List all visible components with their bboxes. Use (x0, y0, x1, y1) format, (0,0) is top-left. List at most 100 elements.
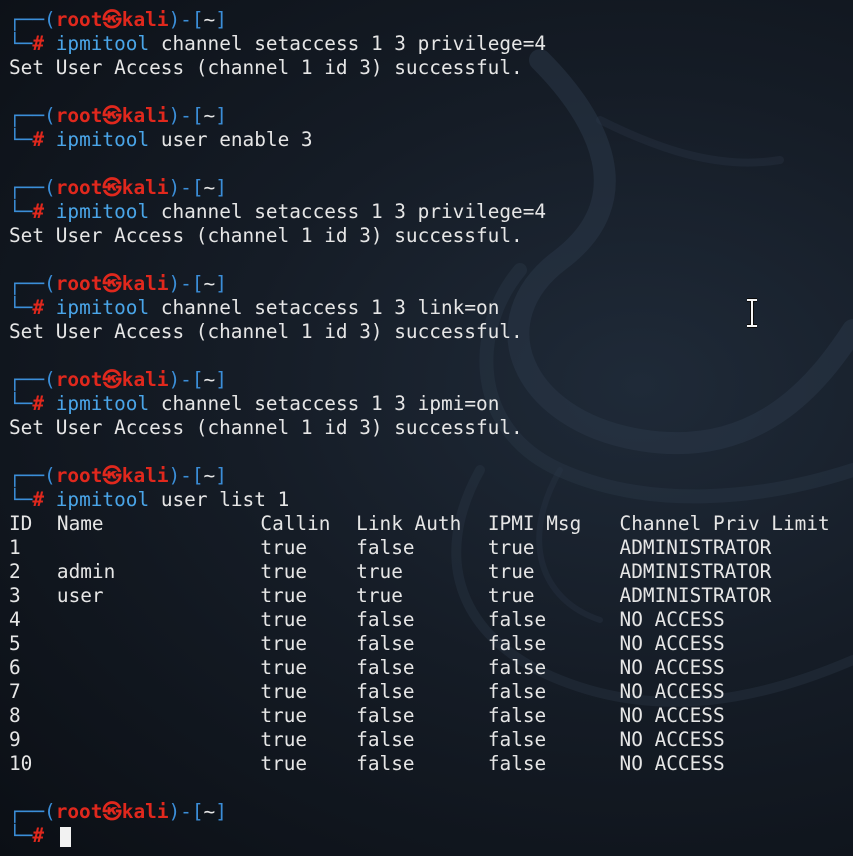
prompt-hash: # (32, 488, 45, 511)
command-name: ipmitool (55, 296, 150, 319)
prompt-skull-icon: ㉿ (102, 800, 122, 823)
command-name: ipmitool (55, 128, 150, 151)
prompt-header: ┌──(root㉿kali)-[~] (9, 104, 849, 128)
table-cell: NO ACCESS (619, 728, 725, 751)
prompt-header: ┌──(root㉿kali)-[~] (9, 464, 849, 488)
command-line[interactable]: └─# (9, 824, 849, 848)
prompt-user: root (55, 176, 103, 199)
table-cell: 8 (9, 704, 21, 727)
table-cell: true (260, 584, 308, 607)
prompt-open: ┌──( (9, 8, 56, 31)
prompt-close: ] (215, 464, 227, 487)
table-cell: 1 (9, 536, 21, 559)
table-cell: NO ACCESS (619, 608, 725, 631)
prompt-hash: # (32, 824, 45, 847)
table-cell: false (356, 704, 415, 727)
table-row: 2 admin true true true ADMINISTRATOR (9, 560, 849, 584)
text-cursor[interactable] (59, 826, 71, 847)
command-line: └─# ipmitool user list 1 (9, 488, 849, 512)
table-cell (57, 608, 261, 632)
table-cell: 2 (9, 560, 21, 583)
column-header: Callin (260, 512, 331, 535)
table-cell (57, 752, 261, 776)
table-row: 8 true false false NO ACCESS (9, 704, 849, 728)
prompt-hook: └─ (9, 296, 33, 319)
terminal-output: ┌──(root㉿kali)-[~] └─# ipmitool channel s… (9, 8, 849, 848)
prompt-user: root (55, 368, 103, 391)
terminal-window[interactable]: ┌──(root㉿kali)-[~] └─# ipmitool channel s… (0, 0, 853, 856)
table-cell: 4 (9, 608, 21, 631)
command-args: user enable 3 (160, 128, 313, 151)
prompt-host: kali (121, 8, 169, 31)
table-row: 9 true false false NO ACCESS (9, 728, 849, 752)
command-output: Set User Access (channel 1 id 3) success… (9, 416, 523, 439)
column-header: Channel Priv Limit (619, 512, 830, 535)
table-cell: true (487, 560, 535, 583)
prompt-close: ] (215, 8, 227, 31)
table-cell: true (260, 704, 308, 727)
prompt-hash: # (32, 392, 45, 415)
prompt-mid: )-[ (168, 104, 204, 127)
command-line: └─# ipmitool channel setaccess 1 3 privi… (9, 32, 849, 56)
table-cell: true (260, 536, 308, 559)
table-cell: true (487, 536, 535, 559)
text-cursor-ibeam-icon (747, 298, 757, 328)
table-cell: true (260, 632, 308, 655)
prompt-close: ] (215, 368, 227, 391)
table-cell: ADMINISTRATOR (619, 560, 772, 583)
table-cell: true (487, 584, 535, 607)
table-cell: false (487, 728, 547, 751)
prompt-host: kali (121, 272, 169, 295)
prompt-dir: ~ (203, 464, 216, 487)
table-cell: true (260, 752, 308, 775)
prompt-dir: ~ (203, 800, 216, 823)
table-cell: NO ACCESS (619, 680, 725, 703)
table-cell: 10 (9, 752, 33, 775)
prompt-skull-icon: ㉿ (102, 104, 122, 127)
table-cell: true (260, 656, 308, 679)
table-cell: false (356, 608, 415, 631)
table-cell: 3 (9, 584, 21, 607)
prompt-skull-icon: ㉿ (102, 464, 122, 487)
prompt-mid: )-[ (168, 800, 204, 823)
prompt-hash: # (32, 128, 45, 151)
table-cell: true (260, 728, 308, 751)
table-cell: 6 (9, 656, 21, 679)
prompt-host: kali (121, 800, 169, 823)
prompt-host: kali (121, 176, 169, 199)
table-cell: 5 (9, 632, 21, 655)
table-cell: false (356, 632, 415, 655)
column-header: IPMI Msg (487, 512, 582, 535)
prompt-header: ┌──(root㉿kali)-[~] (9, 272, 849, 296)
prompt-user: root (55, 800, 103, 823)
table-cell: false (356, 536, 415, 559)
table-row: 1 true false true ADMINISTRATOR (9, 536, 849, 560)
table-cell: NO ACCESS (619, 704, 725, 727)
prompt-close: ] (215, 272, 227, 295)
prompt-user: root (55, 464, 103, 487)
column-header: Name (56, 512, 104, 535)
table-cell: ADMINISTRATOR (619, 584, 772, 607)
prompt-open: ┌──( (9, 272, 56, 295)
prompt-hook: └─ (9, 392, 33, 415)
command-args: channel setaccess 1 3 privilege=4 (160, 32, 547, 55)
table-cell (57, 536, 261, 560)
prompt-dir: ~ (203, 368, 216, 391)
command-line: └─# ipmitool channel setaccess 1 3 privi… (9, 200, 849, 224)
command-output: Set User Access (channel 1 id 3) success… (9, 224, 523, 247)
table-cell: true (260, 608, 308, 631)
table-row: 3 user true true true ADMINISTRATOR (9, 584, 849, 608)
prompt-open: ┌──( (9, 800, 56, 823)
table-cell: true (356, 560, 403, 583)
prompt-mid: )-[ (168, 464, 204, 487)
table-cell: false (487, 704, 547, 727)
prompt-host: kali (121, 464, 169, 487)
prompt-hash: # (32, 296, 45, 319)
prompt-mid: )-[ (168, 368, 204, 391)
command-name: ipmitool (55, 32, 150, 55)
column-header: Link Auth (356, 512, 462, 535)
table-cell (57, 656, 261, 680)
